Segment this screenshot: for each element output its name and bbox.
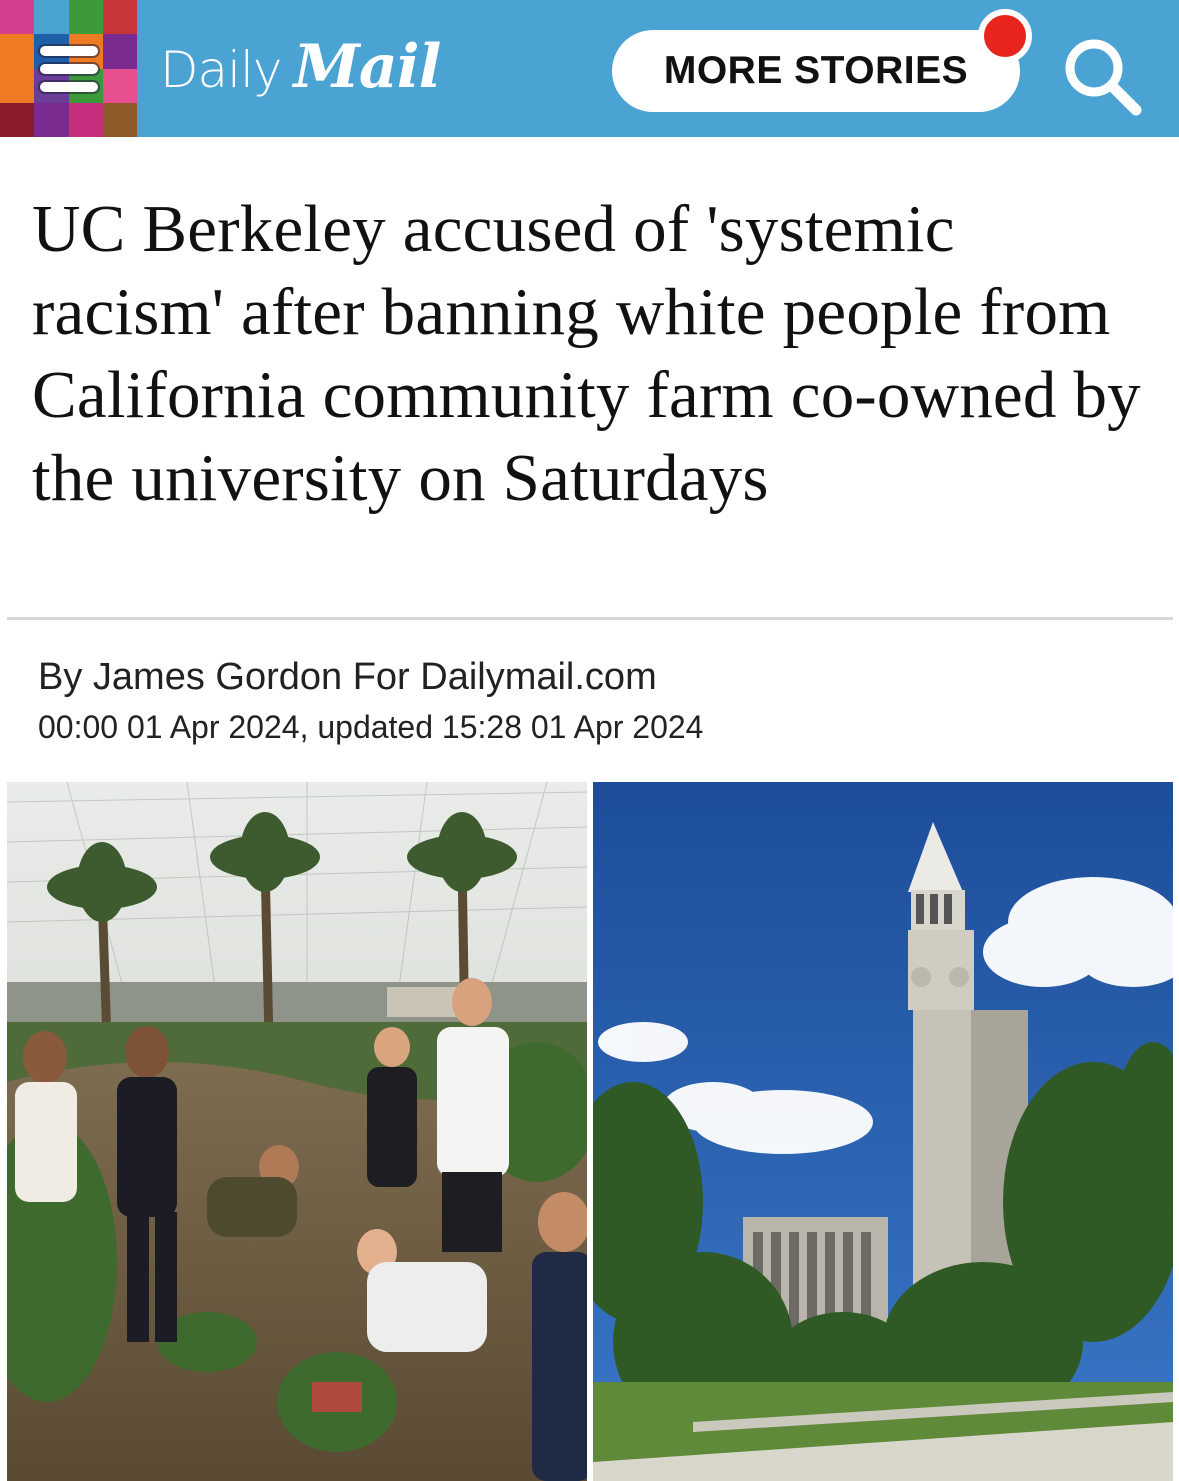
article-headline: UC Berkeley accused of 'systemic racism'… (32, 192, 1141, 515)
mosaic-tile (102, 34, 137, 69)
daily-mail-logo[interactable]: Daily Mail (160, 32, 442, 104)
sather-tower-campus-photo[interactable] (593, 782, 1173, 1481)
logo-daily-text: Daily (160, 41, 283, 99)
mosaic-tile (68, 102, 103, 137)
mosaic-tile (68, 0, 103, 35)
mosaic-tile (102, 68, 137, 103)
search-icon[interactable] (1060, 34, 1144, 118)
site-header: Daily Mail MORE STORIES (0, 0, 1179, 137)
mosaic-tile (102, 0, 137, 35)
mosaic-tile (34, 102, 69, 137)
mosaic-tile (0, 68, 35, 103)
mosaic-tile (0, 34, 35, 69)
mosaic-tile (0, 0, 35, 35)
mosaic-tile (0, 102, 35, 137)
hamburger-menu-icon[interactable] (40, 40, 98, 98)
article-byline[interactable]: By James Gordon For Dailymail.com (38, 656, 657, 699)
mosaic-tile (34, 0, 69, 35)
more-stories-button[interactable]: MORE STORIES (612, 30, 1020, 112)
community-farm-volunteers-photo[interactable] (7, 782, 587, 1481)
divider (7, 617, 1173, 620)
article-timestamp: 00:00 01 Apr 2024, updated 15:28 01 Apr … (38, 709, 704, 745)
logo-mail-text: Mail (293, 32, 442, 102)
notification-dot (978, 9, 1032, 63)
mosaic-tile (102, 102, 137, 137)
